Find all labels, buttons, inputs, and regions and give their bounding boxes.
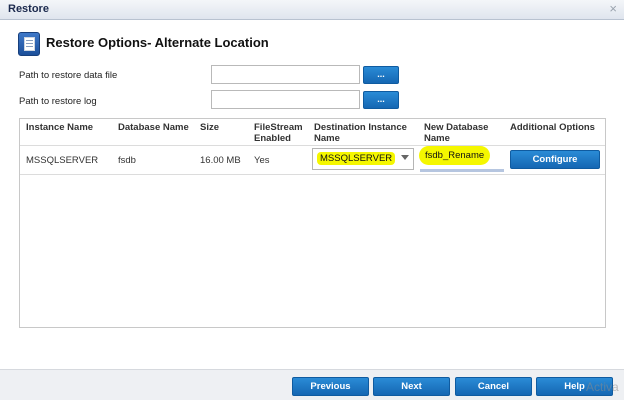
column-header-database: Database Name	[118, 122, 189, 133]
cell-database: fsdb	[118, 155, 136, 166]
cell-instance: MSSQLSERVER	[26, 155, 99, 166]
column-header-new-database: New Database Name	[424, 122, 489, 144]
activation-watermark: Activa	[586, 380, 619, 394]
data-file-browse-button[interactable]: ...	[363, 66, 399, 84]
chevron-down-icon	[401, 155, 409, 160]
log-path-label: Path to restore log	[19, 96, 97, 107]
data-file-label: Path to restore data file	[19, 70, 118, 81]
log-browse-button[interactable]: ...	[363, 91, 399, 109]
column-header-destination: Destination Instance Name	[314, 122, 407, 144]
new-database-name-input[interactable]: fsdb_Rename	[418, 146, 506, 172]
document-list-icon	[18, 32, 40, 56]
previous-button[interactable]: Previous	[292, 377, 369, 396]
close-icon[interactable]: ×	[609, 1, 617, 16]
data-file-path-input[interactable]	[211, 65, 360, 84]
database-grid: Instance Name Database Name Size FileStr…	[19, 118, 606, 328]
next-button[interactable]: Next	[373, 377, 450, 396]
cell-size: 16.00 MB	[200, 155, 241, 166]
destination-instance-value: MSSQLSERVER	[317, 152, 396, 165]
header-divider	[20, 145, 605, 146]
log-path-input[interactable]	[211, 90, 360, 109]
column-header-instance: Instance Name	[26, 122, 94, 133]
window-title: Restore	[8, 3, 49, 15]
destination-instance-select[interactable]: MSSQLSERVER	[312, 148, 414, 170]
page-title: Restore Options- Alternate Location	[46, 35, 269, 50]
footer-bar: Previous Next Cancel Help Activa	[0, 369, 624, 400]
cell-filestream: Yes	[254, 155, 270, 166]
input-underline	[420, 169, 504, 172]
configure-button[interactable]: Configure	[510, 150, 600, 169]
column-header-additional-options: Additional Options	[510, 122, 595, 133]
row-divider	[20, 174, 605, 175]
column-header-filestream: FileStream Enabled	[254, 122, 303, 144]
new-database-name-value: fsdb_Rename	[419, 146, 491, 165]
column-header-size: Size	[200, 122, 220, 133]
window-titlebar: Restore ×	[0, 0, 624, 20]
cancel-button[interactable]: Cancel	[455, 377, 532, 396]
